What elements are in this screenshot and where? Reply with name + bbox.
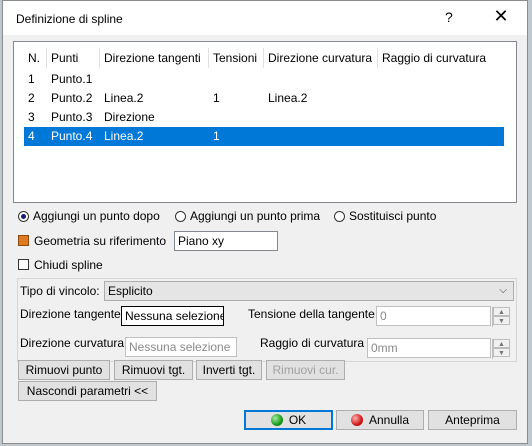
cancel-red-dot-icon bbox=[350, 414, 363, 426]
tangent-tension-spinner[interactable]: ▲ ▼ bbox=[492, 307, 510, 327]
remove-curvature-button[interactable]: Rimuovi cur. bbox=[266, 360, 345, 380]
points-table[interactable]: N. Punti Direzione tangenti Tensioni Dir… bbox=[13, 41, 517, 203]
cell-direzione-curvatura bbox=[264, 108, 268, 127]
curvature-radius-label: Raggio di curvatura bbox=[260, 336, 365, 350]
cancel-label: Annulla bbox=[368, 413, 410, 427]
title-bar[interactable]: Definizione di spline ? ✕ bbox=[3, 1, 527, 35]
chevron-down-icon[interactable]: ⌵ bbox=[499, 282, 507, 300]
help-button[interactable]: ? bbox=[445, 9, 453, 25]
table-row[interactable]: 2 Punto.2 Linea.2 1 Linea.2 bbox=[24, 89, 504, 108]
radio-replace-label[interactable]: Sostituisci punto bbox=[349, 209, 436, 223]
cell-direzione-tangente bbox=[100, 70, 104, 89]
curvature-radius-spinner[interactable]: ▲ ▼ bbox=[492, 339, 510, 359]
spin-up-icon[interactable]: ▲ bbox=[493, 307, 510, 316]
cell-tensione: 1 bbox=[213, 91, 220, 105]
radio-add-before[interactable]: Aggiungi un punto prima bbox=[175, 209, 320, 223]
ok-label: OK bbox=[288, 413, 307, 427]
cell-punto: Punto.1 bbox=[51, 72, 93, 86]
cell-n: 2 bbox=[28, 91, 35, 105]
radio-add-before-label[interactable]: Aggiungi un punto prima bbox=[190, 209, 320, 223]
cell-raggio-curvatura bbox=[378, 127, 382, 146]
tangent-direction-field[interactable]: Nessuna selezione bbox=[121, 306, 224, 326]
cell-n: 3 bbox=[28, 110, 35, 124]
hide-parameters-button[interactable]: Nascondi parametri << bbox=[18, 381, 157, 401]
invert-tangent-button[interactable]: Inverti tgt. bbox=[196, 360, 262, 380]
spin-up-icon[interactable]: ▲ bbox=[493, 339, 510, 348]
preview-button[interactable]: Anteprima bbox=[428, 410, 517, 430]
header-tensioni[interactable]: Tensioni bbox=[209, 48, 264, 68]
close-spline-label[interactable]: Chiudi spline bbox=[34, 258, 103, 272]
tangent-tension-label: Tensione della tangente bbox=[248, 307, 375, 321]
table-row-selected[interactable]: 4 Punto.4 Linea.2 1 bbox=[24, 127, 504, 146]
cell-n: 4 bbox=[28, 129, 35, 143]
header-direzione-curvatura[interactable]: Direzione curvatura bbox=[264, 48, 378, 68]
dialog-title: Definizione di spline bbox=[16, 12, 123, 26]
ok-green-dot-icon bbox=[270, 414, 283, 426]
radio-unselected-icon[interactable] bbox=[334, 211, 345, 222]
constraint-type-value: Esplicito bbox=[108, 284, 153, 298]
cell-n: 1 bbox=[28, 72, 35, 86]
cell-direzione-curvatura: Linea.2 bbox=[268, 91, 308, 105]
radio-add-after-label[interactable]: Aggiungi un punto dopo bbox=[33, 209, 160, 223]
table-row[interactable]: 3 Punto.3 Direzione bbox=[24, 108, 504, 127]
header-raggio-curvatura[interactable]: Raggio di curvatura bbox=[378, 48, 499, 68]
cell-direzione-curvatura bbox=[264, 70, 268, 89]
radio-replace[interactable]: Sostituisci punto bbox=[334, 209, 436, 223]
remove-point-button[interactable]: Rimuovi punto bbox=[18, 360, 110, 380]
table-row[interactable]: 1 Punto.1 bbox=[24, 70, 504, 89]
curvature-direction-label: Direzione curvatura bbox=[20, 336, 125, 350]
cell-punto: Punto.3 bbox=[51, 110, 93, 124]
geometry-checkbox[interactable] bbox=[18, 235, 29, 246]
radio-unselected-icon[interactable] bbox=[175, 211, 186, 222]
constraint-type-label: Tipo di vincolo: bbox=[20, 284, 100, 298]
header-punti[interactable]: Punti bbox=[47, 48, 100, 68]
cell-raggio-curvatura bbox=[378, 89, 382, 108]
cell-raggio-curvatura bbox=[378, 70, 382, 89]
cell-tensione: 1 bbox=[213, 129, 220, 143]
tangent-direction-label: Direzione tangente bbox=[20, 307, 121, 321]
cell-tensione bbox=[209, 70, 213, 89]
curvature-radius-field[interactable]: 0mm bbox=[367, 338, 491, 358]
cell-direzione-tangente: Linea.2 bbox=[104, 91, 144, 105]
table-header: N. Punti Direzione tangenti Tensioni Dir… bbox=[24, 48, 504, 68]
spin-down-icon[interactable]: ▼ bbox=[493, 316, 510, 325]
geometry-reference-field[interactable]: Piano xy bbox=[174, 231, 278, 251]
close-icon[interactable]: ✕ bbox=[491, 6, 511, 26]
radio-selected-icon[interactable] bbox=[18, 211, 29, 222]
cell-punto: Punto.2 bbox=[51, 91, 93, 105]
cell-direzione-tangente: Direzione bbox=[104, 110, 155, 124]
cell-punto: Punto.4 bbox=[51, 129, 93, 143]
radio-add-after[interactable]: Aggiungi un punto dopo bbox=[18, 209, 160, 223]
close-spline-checkbox[interactable] bbox=[18, 259, 29, 270]
header-n[interactable]: N. bbox=[24, 48, 47, 68]
spline-definition-dialog: Definizione di spline ? ✕ N. Punti Direz… bbox=[2, 0, 528, 444]
cell-direzione-curvatura bbox=[264, 127, 268, 146]
curvature-direction-field[interactable]: Nessuna selezione bbox=[125, 337, 237, 357]
constraint-type-dropdown[interactable]: Esplicito ⌵ bbox=[104, 281, 514, 301]
spin-down-icon[interactable]: ▼ bbox=[493, 348, 510, 357]
cell-tensione bbox=[209, 108, 213, 127]
remove-tangent-button[interactable]: Rimuovi tgt. bbox=[114, 360, 193, 380]
header-direzione-tangenti[interactable]: Direzione tangenti bbox=[100, 48, 209, 68]
tangent-tension-field[interactable]: 0 bbox=[376, 306, 491, 326]
ok-button[interactable]: OK bbox=[244, 410, 333, 430]
cancel-button[interactable]: Annulla bbox=[336, 410, 424, 430]
geometry-label[interactable]: Geometria su riferimento bbox=[34, 234, 166, 248]
cell-raggio-curvatura bbox=[378, 108, 382, 127]
cell-direzione-tangente: Linea.2 bbox=[104, 129, 144, 143]
